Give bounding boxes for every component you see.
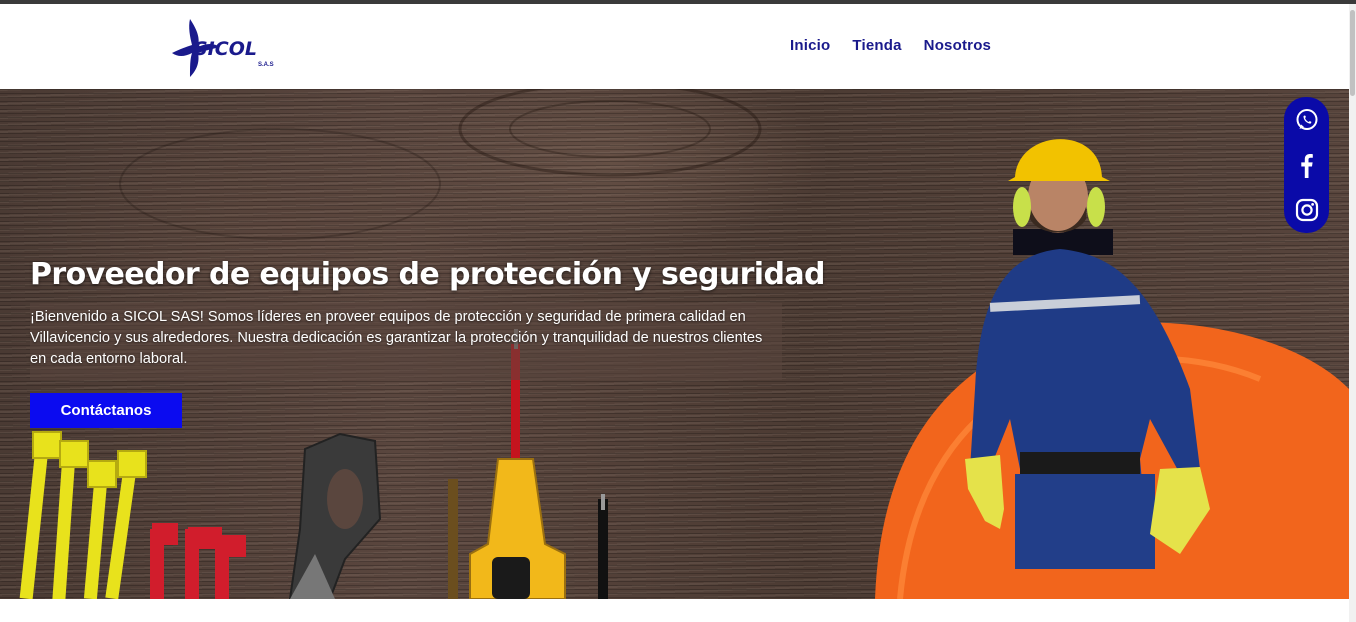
hero-banner: Proveedor de equipos de protección y seg… <box>0 89 1349 599</box>
instagram-icon[interactable] <box>1294 197 1320 223</box>
facebook-icon[interactable] <box>1294 152 1320 178</box>
main-nav: Inicio Tienda Nosotros <box>790 37 991 54</box>
hero-text: Proveedor de equipos de protección y seg… <box>30 255 825 380</box>
pliers <box>288 432 382 599</box>
nav-nosotros[interactable]: Nosotros <box>924 37 991 54</box>
worker-figure <box>965 139 1210 569</box>
page-below-hero <box>0 599 1349 622</box>
site-header: SICOL S.A.S Inicio Tienda Nosotros <box>0 4 1349 89</box>
hero-description-box: ¡Bienvenido a SICOL SAS! Somos líderes e… <box>30 303 782 380</box>
logo-wordmark: SICOL <box>194 38 257 60</box>
page-scrollbar[interactable] <box>1349 4 1356 622</box>
cable-ties <box>19 431 246 599</box>
contact-button[interactable]: Contáctanos <box>30 393 182 428</box>
whatsapp-icon[interactable] <box>1294 107 1320 133</box>
logo-suffix: S.A.S <box>258 62 274 68</box>
nav-tienda[interactable]: Tienda <box>852 37 901 54</box>
nav-inicio[interactable]: Inicio <box>790 37 830 54</box>
hero-description: ¡Bienvenido a SICOL SAS! Somos líderes e… <box>30 309 763 367</box>
sicol-logo[interactable]: SICOL S.A.S <box>170 17 280 79</box>
hero-title: Proveedor de equipos de protección y seg… <box>30 257 825 292</box>
social-bar <box>1284 97 1329 233</box>
scrollbar-thumb[interactable] <box>1350 10 1355 96</box>
